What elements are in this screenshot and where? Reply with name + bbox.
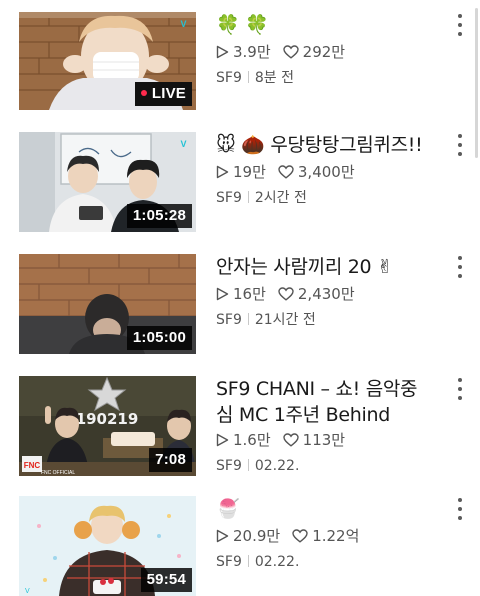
video-stats: 19만 3,400만 (216, 162, 436, 184)
video-stats: 16만 2,430만 (216, 284, 436, 306)
thumbnail-caption: 190219 (76, 410, 139, 428)
video-title[interactable]: SF9 CHANI – 쇼! 음악중심 MC 1주년 Behind (216, 376, 431, 428)
channel-name[interactable]: SF9 (216, 70, 242, 86)
video-info: 🍧 20.9만 1.22억 SF9 02.22. (216, 496, 436, 572)
duration-badge: 7:08 (149, 448, 192, 472)
more-options-icon[interactable] (452, 496, 468, 522)
duration-badge: 1:05:28 (126, 204, 192, 228)
more-options-icon[interactable] (452, 376, 468, 402)
meta-divider (247, 459, 249, 471)
video-thumbnail[interactable]: V 59:54 (19, 496, 196, 596)
duration-badge: 1:05:00 (126, 326, 192, 350)
video-stats: 20.9만 1.22억 (216, 526, 436, 548)
channel-name[interactable]: SF9 (216, 190, 242, 206)
play-count-icon (216, 432, 229, 452)
like-count: 2,430만 (297, 285, 355, 303)
video-title[interactable]: 🍧 (216, 496, 436, 522)
upload-time: 8분 전 (254, 70, 294, 86)
more-options-icon[interactable] (452, 254, 468, 280)
video-feed: V LIVE 🍀 🍀 3.9만 292만 SF9 8분 전 V 1:05:28 … (0, 0, 480, 596)
like-count: 3,400만 (297, 163, 355, 181)
heart-icon (278, 286, 294, 306)
live-dot-icon (140, 90, 147, 96)
channel-name[interactable]: SF9 (216, 458, 242, 474)
live-badge: LIVE (134, 82, 192, 106)
play-count: 20.9만 (233, 527, 281, 545)
meta-divider (247, 555, 249, 567)
heart-icon (282, 44, 299, 64)
video-list-item[interactable]: 190219 FNC FNC OFFICIAL 7:08 SF9 CHANI –… (0, 376, 480, 476)
vlive-logo-icon: V (180, 139, 187, 149)
heart-icon (278, 164, 294, 184)
duration-badge: 59:54 (140, 568, 192, 592)
vlive-logo-icon: V (180, 19, 187, 29)
like-count: 113만 (302, 431, 346, 449)
video-title[interactable]: 🐭 🌰 우당탕탕그림퀴즈!! (216, 132, 436, 158)
scrollbar[interactable] (475, 8, 478, 158)
video-meta: SF9 02.22. (216, 552, 436, 572)
heart-icon (282, 432, 299, 452)
video-list-item[interactable]: V LIVE 🍀 🍀 3.9만 292만 SF9 8분 전 (0, 12, 480, 112)
upload-time: 02.22. (254, 554, 300, 570)
video-title[interactable]: 안자는 사람끼리 20 ✌ (216, 254, 436, 280)
video-info: SF9 CHANI – 쇼! 음악중심 MC 1주년 Behind 1.6만 11… (216, 376, 436, 476)
video-thumbnail[interactable]: 190219 FNC FNC OFFICIAL 7:08 (19, 376, 196, 476)
video-thumbnail[interactable]: 1:05:00 (19, 254, 196, 354)
video-list-item[interactable]: V 59:54 🍧 20.9만 1.22억 SF9 02.22. (0, 496, 480, 596)
video-stats: 3.9만 292만 (216, 42, 436, 64)
video-thumbnail[interactable]: V 1:05:28 (19, 132, 196, 232)
play-count-icon (216, 286, 229, 306)
video-meta: SF9 21시간 전 (216, 310, 436, 330)
video-thumbnail[interactable]: V LIVE (19, 12, 196, 110)
fnc-logo-icon: FNC (24, 461, 41, 470)
video-stats: 1.6만 113만 (216, 430, 436, 452)
like-count: 292만 (302, 43, 346, 61)
upload-time: 21시간 전 (254, 312, 316, 328)
more-options-icon[interactable] (452, 12, 468, 38)
play-count-icon (216, 44, 229, 64)
video-list-item[interactable]: V 1:05:28 🐭 🌰 우당탕탕그림퀴즈!! 19만 3,400만 SF9 2시… (0, 132, 480, 232)
play-count-icon (216, 164, 229, 184)
play-count: 1.6만 (233, 431, 271, 449)
upload-time: 02.22. (254, 458, 300, 474)
video-meta: SF9 8분 전 (216, 68, 436, 88)
channel-name[interactable]: SF9 (216, 312, 242, 328)
vlive-logo-icon: V (25, 588, 30, 595)
video-list-item[interactable]: 1:05:00 안자는 사람끼리 20 ✌ 16만 2,430만 SF9 21시간 … (0, 254, 480, 354)
more-options-icon[interactable] (452, 132, 468, 158)
meta-divider (247, 313, 249, 325)
play-count: 3.9만 (233, 43, 271, 61)
upload-time: 2시간 전 (254, 190, 307, 206)
like-count: 1.22억 (312, 527, 360, 545)
video-meta: SF9 2시간 전 (216, 188, 436, 208)
fnc-logo-text: FNC OFFICIAL (41, 470, 75, 476)
video-info: 🍀 🍀 3.9만 292만 SF9 8분 전 (216, 12, 436, 88)
meta-divider (247, 71, 249, 83)
live-badge-label: LIVE (151, 85, 186, 102)
meta-divider (247, 191, 249, 203)
video-info: 안자는 사람끼리 20 ✌ 16만 2,430만 SF9 21시간 전 (216, 254, 436, 330)
video-meta: SF9 02.22. (216, 456, 436, 476)
channel-name[interactable]: SF9 (216, 554, 242, 570)
heart-icon (292, 528, 308, 548)
play-count: 16만 (233, 285, 266, 303)
video-info: 🐭 🌰 우당탕탕그림퀴즈!! 19만 3,400만 SF9 2시간 전 (216, 132, 436, 208)
play-count-icon (216, 528, 229, 548)
play-count: 19만 (233, 163, 266, 181)
video-title[interactable]: 🍀 🍀 (216, 12, 436, 38)
